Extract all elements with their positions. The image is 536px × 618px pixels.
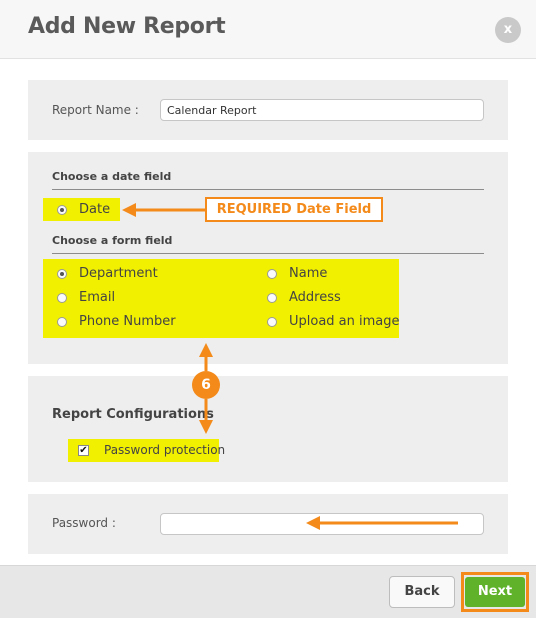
next-button[interactable]: Next xyxy=(465,577,525,607)
back-button[interactable]: Back xyxy=(389,576,455,608)
arrow-to-date-option xyxy=(122,203,205,217)
dialog-footer xyxy=(0,565,536,618)
arrow-up-to-form-options xyxy=(199,343,213,371)
arrow-down-to-password-protection xyxy=(199,399,213,434)
arrow-to-password-input xyxy=(306,516,458,530)
annotation-arrows xyxy=(122,203,458,530)
